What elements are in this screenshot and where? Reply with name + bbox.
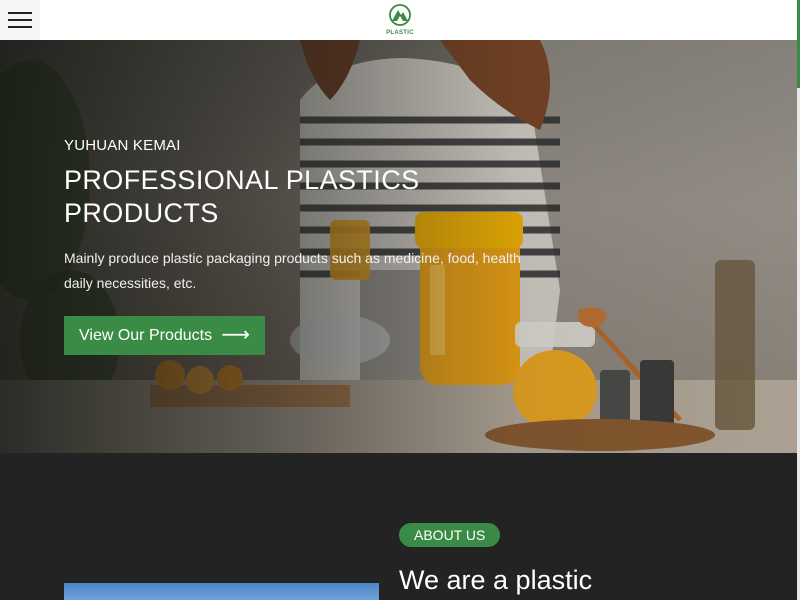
hamburger-icon[interactable] [0,0,40,40]
hero-banner: YUHUAN KEMAI PROFESSIONAL PLASTICS PRODU… [0,40,797,453]
about-section: ABOUT US We are a plastic [0,453,797,600]
about-heading: We are a plastic [399,565,593,595]
about-image [64,583,379,600]
view-products-button[interactable]: View Our Products ⟶ [64,316,265,355]
view-products-label: View Our Products [79,327,213,344]
logo-text: PLASTIC [386,30,414,36]
site-header: PLASTIC [0,0,797,40]
hero-description: Mainly produce plastic packaging product… [64,250,521,291]
mountain-logo-icon [389,4,411,26]
logo[interactable]: PLASTIC [383,4,417,38]
about-badge: ABOUT US [399,523,501,547]
arrow-right-icon: ⟶ [221,324,250,346]
hero-title: PROFESSIONAL PLASTICS PRODUCTS [64,165,420,228]
hero-eyebrow: YUHUAN KEMAI [64,137,181,154]
